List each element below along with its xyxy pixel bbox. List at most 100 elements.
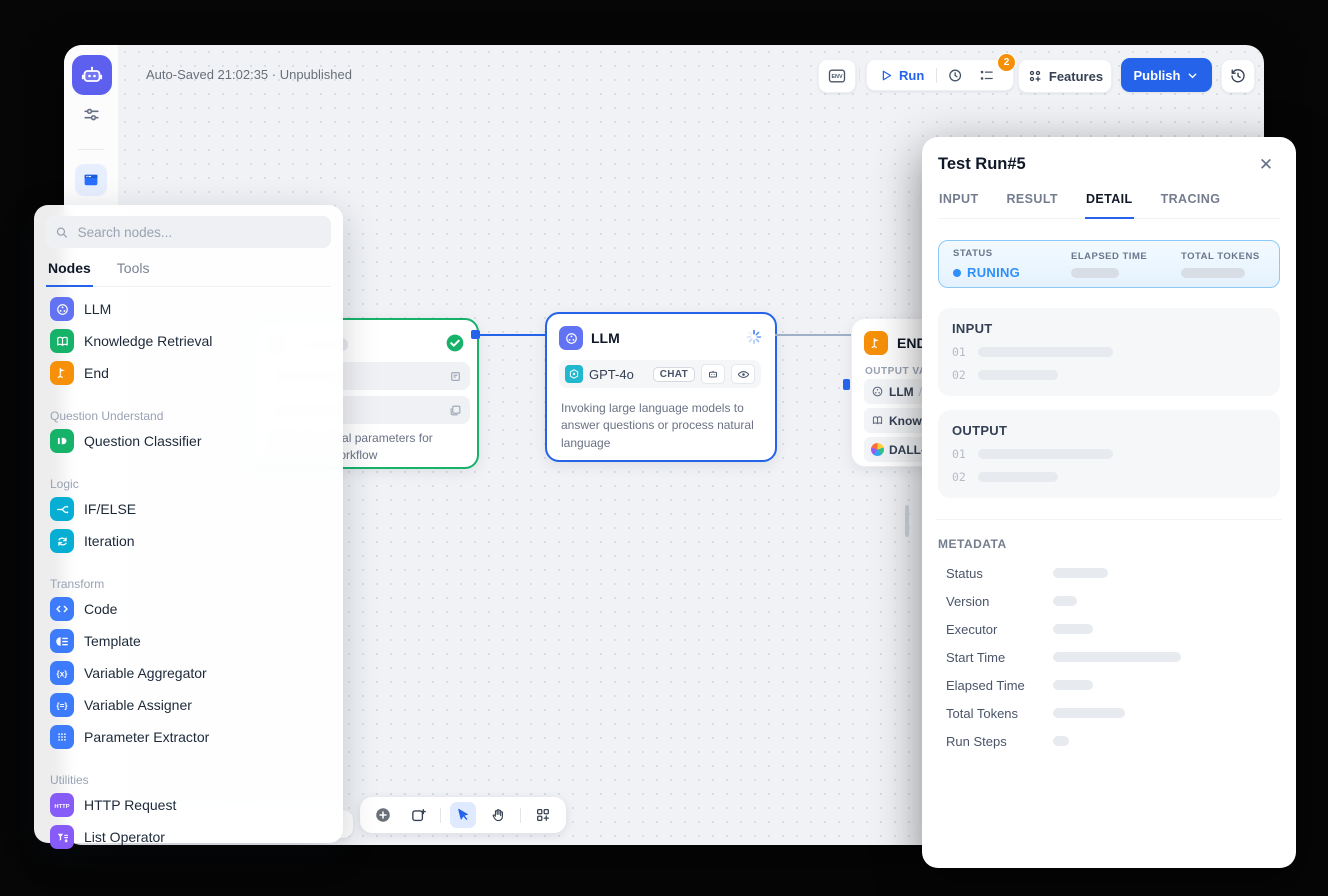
metadata-title: METADATA <box>938 537 1280 551</box>
node-search-panel: Nodes Tools LLM Knowledge Retrieval End Ques… <box>34 205 343 843</box>
features-button[interactable]: Features <box>1018 59 1112 93</box>
node-item-iteration[interactable]: Iteration <box>46 525 331 557</box>
publish-button[interactable]: Publish <box>1121 58 1212 92</box>
node-item-label: IF/ELSE <box>84 501 136 517</box>
metadata-label: Total Tokens <box>938 706 1053 721</box>
node-item-label: Iteration <box>84 533 135 549</box>
add-note-button[interactable] <box>405 802 431 828</box>
header-divider <box>859 67 860 82</box>
chat-mode-badge: CHAT <box>653 367 695 382</box>
aggregator-icon: {x} <box>50 661 74 685</box>
input-card-title: INPUT <box>952 321 1266 336</box>
metadata-skeleton <box>1053 680 1093 690</box>
run-tab-detail[interactable]: DETAIL <box>1085 192 1134 219</box>
close-icon[interactable]: ✕ <box>1254 153 1278 177</box>
status-value: RUNING <box>953 265 1071 280</box>
checklist-icon[interactable] <box>978 67 995 84</box>
metadata-skeleton <box>1053 708 1125 718</box>
node-item-variable-assigner[interactable]: {=}Variable Assigner <box>46 689 331 721</box>
app-logo-robot-icon[interactable] <box>72 55 112 95</box>
run-tab-tracing[interactable]: TRACING <box>1160 192 1222 218</box>
node-item-http-request[interactable]: HTTPHTTP Request <box>46 789 331 821</box>
iteration-icon <box>50 529 74 553</box>
status-label: STATUS <box>953 248 1071 259</box>
line-number: 01 <box>952 447 966 461</box>
status-card: STATUS RUNING ELAPSED TIME TOTAL TOKENS <box>938 240 1280 288</box>
node-item-code[interactable]: Code <box>46 593 331 625</box>
skeleton-line: 02 <box>952 470 1266 484</box>
run-panel-title: Test Run#5 <box>938 155 1280 174</box>
organize-nodes-button[interactable] <box>530 802 556 828</box>
metadata-row-status: Status <box>938 559 1280 587</box>
varllm-icon <box>871 385 884 398</box>
node-panel-tab-tools[interactable]: Tools <box>115 260 152 286</box>
node-item-question-classifier[interactable]: Question Classifier <box>46 425 331 457</box>
edge-start-to-llm <box>476 334 546 336</box>
metadata-skeleton <box>1053 652 1181 662</box>
node-group-title: Transform <box>50 569 327 591</box>
metadata-skeleton <box>1053 596 1077 606</box>
line-skeleton <box>978 449 1113 459</box>
classifier-icon <box>50 429 74 453</box>
hand-mode-button[interactable] <box>485 802 511 828</box>
metadata-row-start-time: Start Time <box>938 643 1280 671</box>
metadata-skeleton <box>1053 736 1069 746</box>
node-item-label: Question Classifier <box>84 433 202 449</box>
metadata-divider <box>936 519 1282 520</box>
metadata-row-executor: Executor <box>938 615 1280 643</box>
svg-text:HTTP: HTTP <box>54 804 69 810</box>
node-search-box[interactable] <box>46 216 331 248</box>
input-card: INPUT 01 02 <box>938 308 1280 396</box>
env-button[interactable]: ENV <box>818 59 856 93</box>
run-group-divider <box>936 68 937 83</box>
llm-node[interactable]: LLM GPT-4o CHAT Invoki <box>545 312 777 462</box>
model-selector[interactable]: GPT-4o CHAT <box>559 360 761 388</box>
ifelse-icon <box>50 497 74 521</box>
node-item-if-else[interactable]: IF/ELSE <box>46 493 331 525</box>
edge-llm-to-end <box>775 334 851 336</box>
features-label: Features <box>1049 69 1103 84</box>
autosave-status: Auto-Saved 21:02:35 · Unpublished <box>146 67 352 82</box>
metadata-skeleton <box>1053 624 1093 634</box>
vision-eye-icon <box>731 364 755 384</box>
line-skeleton <box>978 370 1058 380</box>
node-panel-tabs: Nodes Tools <box>46 260 331 287</box>
node-item-llm[interactable]: LLM <box>46 293 331 325</box>
metadata-row-run-steps: Run Steps <box>938 727 1280 755</box>
features-icon <box>1027 68 1043 84</box>
node-item-label: List Operator <box>84 829 165 845</box>
scrollbar-thumb[interactable] <box>905 505 909 537</box>
total-tokens-skeleton <box>1181 268 1245 278</box>
skeleton-line: 02 <box>952 368 1266 382</box>
pointer-mode-button[interactable] <box>450 802 476 828</box>
node-item-end[interactable]: End <box>46 357 331 389</box>
run-group: Run <box>866 59 1014 91</box>
skeleton-line: 01 <box>952 345 1266 359</box>
chevron-down-icon <box>1186 69 1199 82</box>
metadata-label: Elapsed Time <box>938 678 1053 693</box>
run-history-clock-icon[interactable] <box>947 67 964 84</box>
add-node-button[interactable] <box>370 802 396 828</box>
end-input-handle[interactable] <box>843 379 850 390</box>
version-history-button[interactable] <box>1221 59 1255 93</box>
preferences-sliders-icon[interactable] <box>80 103 102 125</box>
run-tab-result[interactable]: RESULT <box>1006 192 1059 218</box>
agent-robot-icon <box>701 364 725 384</box>
node-item-template[interactable]: Template <box>46 625 331 657</box>
node-panel-tab-nodes[interactable]: Nodes <box>46 260 93 287</box>
llm-node-title: LLM <box>591 330 620 346</box>
node-item-label: Knowledge Retrieval <box>84 333 212 349</box>
run-tab-input[interactable]: INPUT <box>938 192 980 218</box>
node-item-parameter-extractor[interactable]: Parameter Extractor <box>46 721 331 753</box>
model-name: GPT-4o <box>589 367 634 382</box>
node-search-input[interactable] <box>76 224 322 241</box>
node-item-variable-aggregator[interactable]: {x}Variable Aggregator <box>46 657 331 689</box>
line-number: 02 <box>952 470 966 484</box>
workflow-window-button[interactable] <box>75 164 107 196</box>
node-item-knowledge-retrieval[interactable]: Knowledge Retrieval <box>46 325 331 357</box>
elapsed-time-skeleton <box>1071 268 1119 278</box>
success-check-icon <box>445 333 465 353</box>
node-item-list-operator[interactable]: List Operator <box>46 821 331 853</box>
book-icon <box>50 329 74 353</box>
run-button[interactable]: Run <box>879 68 924 83</box>
